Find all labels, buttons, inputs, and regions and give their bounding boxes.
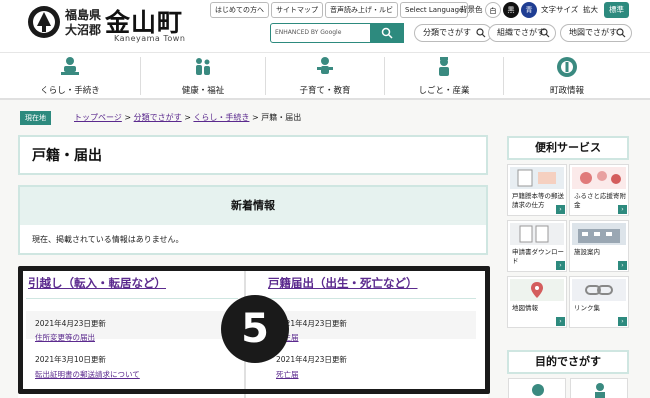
search-icon (616, 28, 626, 38)
page-title: 戸籍・届出 (32, 148, 102, 164)
chevron-right-icon: › (556, 205, 565, 214)
find-by-category-label: 分類でさがす (423, 28, 471, 37)
find-by-map-label: 地図でさがす (569, 28, 617, 37)
document-icon (510, 223, 564, 245)
bg-blue-button[interactable]: 青 (521, 2, 537, 18)
chevron-right-icon: › (618, 317, 627, 326)
bg-color-label: 背景色 (460, 5, 483, 14)
news-section: 新着情報 現在、掲載されている情報はありません。 (18, 185, 488, 255)
breadcrumb-current: 戸籍・届出 (261, 113, 302, 122)
chevron-right-icon: › (556, 261, 565, 270)
breadcrumb-link-top[interactable]: トップページ (74, 113, 122, 122)
map-pin-icon (510, 279, 564, 301)
font-size-label: 文字サイズ (541, 5, 579, 14)
search-icon (476, 28, 486, 38)
utility-links: はじめての方へ サイトマップ 音声読み上げ・ルビ Select Language (210, 2, 469, 18)
step-number-badge: 5 (221, 295, 289, 363)
family-icon (196, 58, 210, 75)
site-header: 福島県 大沼郡 金山町 Kaneyama Town はじめての方へ サイトマップ… (0, 0, 650, 52)
worker-icon (439, 57, 449, 76)
link-select-language[interactable]: Select Language (400, 2, 469, 18)
gift-icon (572, 167, 626, 189)
bg-black-button[interactable]: 黒 (503, 2, 519, 18)
service-facilities[interactable]: 施設案内 › (569, 220, 629, 272)
person-desk-icon (61, 57, 79, 75)
font-size-large-button[interactable]: 拡大 (583, 2, 598, 18)
breadcrumb-separator: > (184, 113, 191, 122)
building-icon (572, 223, 626, 245)
person-icon (595, 383, 605, 398)
chevron-right-icon: › (556, 317, 565, 326)
link-voice-reading[interactable]: 音声読み上げ・ルビ (325, 2, 398, 18)
baby-icon (532, 384, 544, 396)
service-map-info[interactable]: 地図情報 › (507, 276, 567, 328)
search-button[interactable] (370, 23, 404, 43)
nav-item-childcare[interactable]: 子育て・教育 (266, 53, 384, 99)
nav-item-label: くらし・手続き (40, 86, 100, 96)
chevron-right-icon: › (618, 205, 627, 214)
breadcrumb-link-category[interactable]: 分類でさがす (134, 113, 182, 122)
service-label: 地図情報 (512, 304, 538, 312)
search-icon (381, 27, 393, 39)
breadcrumb-separator: > (251, 113, 259, 122)
purpose-item[interactable] (508, 378, 566, 398)
news-heading: 新着情報 (20, 187, 486, 225)
nav-item-label: 子育て・教育 (299, 86, 351, 96)
search-icon (540, 28, 550, 38)
link-beginners[interactable]: はじめての方へ (210, 2, 269, 18)
nav-item-living[interactable]: くらし・手続き (0, 53, 140, 99)
service-hometown-tax[interactable]: ふるさと応援寄附金 › (569, 164, 629, 216)
document-mail-icon (510, 167, 564, 189)
nav-item-label: 町政情報 (549, 86, 584, 96)
font-size-standard-button[interactable]: 標準 (604, 2, 629, 18)
nav-item-label: しごと・産業 (418, 86, 470, 96)
nav-bottom-border (0, 98, 650, 100)
breadcrumb-separator: > (124, 113, 132, 122)
service-label: 施設案内 (574, 248, 600, 256)
service-mail-request[interactable]: 戸籍謄本等の郵送請求の仕方 › (507, 164, 567, 216)
service-label: リンク集 (574, 304, 600, 312)
chevron-right-icon: › (618, 261, 627, 270)
services-heading: 便利サービス (507, 136, 629, 160)
page: 福島県 大沼郡 金山町 Kaneyama Town はじめての方へ サイトマップ… (0, 0, 650, 398)
nav-item-town-admin[interactable]: 町政情報 (504, 53, 630, 99)
page-title-box: 戸籍・届出 (18, 135, 488, 175)
find-by-category-button[interactable]: 分類でさがす (414, 24, 492, 42)
bg-white-button[interactable]: 白 (485, 2, 501, 18)
find-by-organization-button[interactable]: 組織でさがす (488, 24, 556, 42)
logo-town-name-en: Kaneyama Town (114, 34, 186, 43)
breadcrumb: トップページ > 分類でさがす > くらし・手続き > 戸籍・届出 (74, 111, 301, 125)
breadcrumb-current-location-label: 現在地 (20, 111, 51, 125)
service-links[interactable]: リンク集 › (569, 276, 629, 328)
logo-prefecture: 福島県 (65, 8, 102, 22)
purpose-item[interactable] (570, 378, 628, 398)
global-nav: くらし・手続き 健康・福祉 子育て・教育 しごと・産業 町政情報 (0, 52, 650, 98)
news-empty-message: 現在、掲載されている情報はありません。 (32, 235, 184, 244)
town-emblem-icon[interactable] (27, 5, 61, 39)
breadcrumb-link-living[interactable]: くらし・手続き (193, 113, 249, 122)
find-by-map-button[interactable]: 地図でさがす (560, 24, 632, 42)
town-emblem-icon (557, 57, 577, 77)
nav-item-label: 健康・福祉 (181, 86, 225, 96)
nav-item-health[interactable]: 健康・福祉 (141, 53, 265, 99)
link-icon (572, 279, 626, 301)
link-sitemap[interactable]: サイトマップ (271, 2, 323, 18)
nav-item-work[interactable]: しごと・産業 (385, 53, 503, 99)
service-forms-download[interactable]: 申請書ダウンロード › (507, 220, 567, 272)
purpose-heading: 目的でさがす (507, 350, 629, 374)
logo-district: 大沼郡 (65, 23, 102, 37)
child-icon (317, 57, 333, 74)
find-by-organization-label: 組織でさがす (497, 28, 545, 37)
